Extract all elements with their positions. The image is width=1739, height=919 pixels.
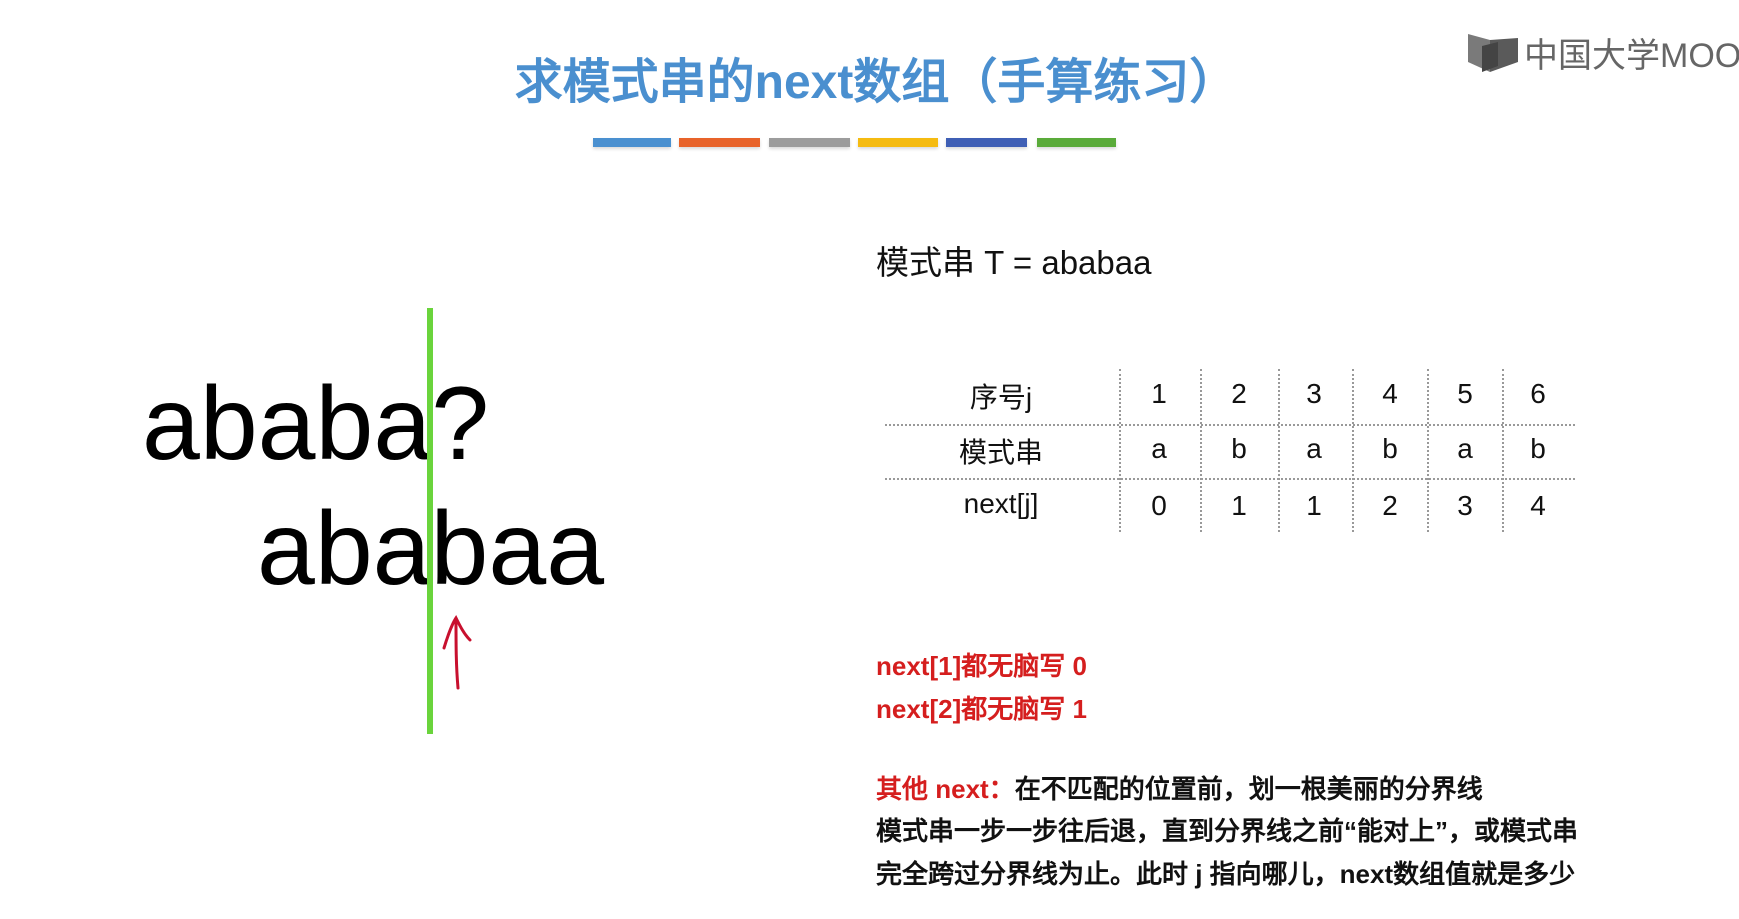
pattern-cell: b (1382, 433, 1398, 464)
pattern-cell: a (1457, 433, 1473, 464)
next-cell: 2 (1382, 490, 1398, 521)
color-bar-orange (679, 138, 760, 147)
mooc-logo: 中国大学MOOC (1468, 28, 1739, 77)
color-bar-blue (593, 138, 671, 147)
color-bar-navy (946, 138, 1027, 147)
pattern-definition: 模式串 T = ababaa (876, 244, 1152, 281)
table-divider (1119, 369, 1121, 532)
j-cell: 1 (1151, 378, 1167, 409)
next-cell: 1 (1306, 490, 1322, 521)
row-label-pattern: 模式串 (958, 437, 1044, 468)
rule-other-line1: 其他 next：在不匹配的位置前，划一根美丽的分界线 (876, 769, 1483, 806)
main-string: ababa? (142, 366, 490, 482)
table-divider (1278, 369, 1280, 532)
next-cell: 0 (1151, 490, 1167, 521)
book-logo-icon (1468, 33, 1518, 72)
j-cell: 2 (1231, 378, 1247, 409)
logo-text: 中国大学MOOC (1524, 37, 1739, 75)
j-cell: 4 (1382, 378, 1398, 409)
next-cell: 1 (1231, 490, 1247, 521)
pattern-cell: a (1151, 433, 1167, 464)
j-cell: 6 (1530, 378, 1546, 409)
rule-other-text: 在不匹配的位置前，划一根美丽的分界线 (1014, 774, 1483, 804)
table-divider (1502, 369, 1504, 532)
pattern-cell: a (1306, 433, 1322, 464)
table-divider (1200, 369, 1202, 532)
table-divider (1352, 369, 1354, 532)
color-bar-yellow (858, 138, 938, 147)
color-bar-gray (769, 138, 850, 147)
next-cell: 3 (1457, 490, 1473, 521)
next-cell: 4 (1530, 490, 1546, 521)
arrow-up-icon (442, 615, 472, 690)
pattern-cell: b (1231, 433, 1247, 464)
j-cell: 5 (1457, 378, 1473, 409)
table-row-divider (885, 424, 1575, 426)
j-cell: 3 (1306, 378, 1322, 409)
divider-line (427, 308, 433, 734)
table-divider (1427, 369, 1429, 532)
table-row-divider (885, 478, 1575, 480)
rule-other-line2: 模式串一步一步往后退，直到分界线之前“能对上”，或模式串 (876, 816, 1579, 846)
rule-next2: next[2]都无脑写 1 (876, 694, 1087, 724)
rule-next1: next[1]都无脑写 0 (876, 651, 1087, 681)
color-bar-green (1037, 138, 1116, 147)
rule-other-label: 其他 next： (876, 774, 1015, 804)
row-label-next: next[j] (963, 488, 1039, 519)
row-label-j: 序号j (969, 382, 1033, 413)
pattern-cell: b (1530, 433, 1546, 464)
rule-other-line3: 完全跨过分界线为止。此时 j 指向哪儿，next数组值就是多少 (876, 859, 1576, 889)
